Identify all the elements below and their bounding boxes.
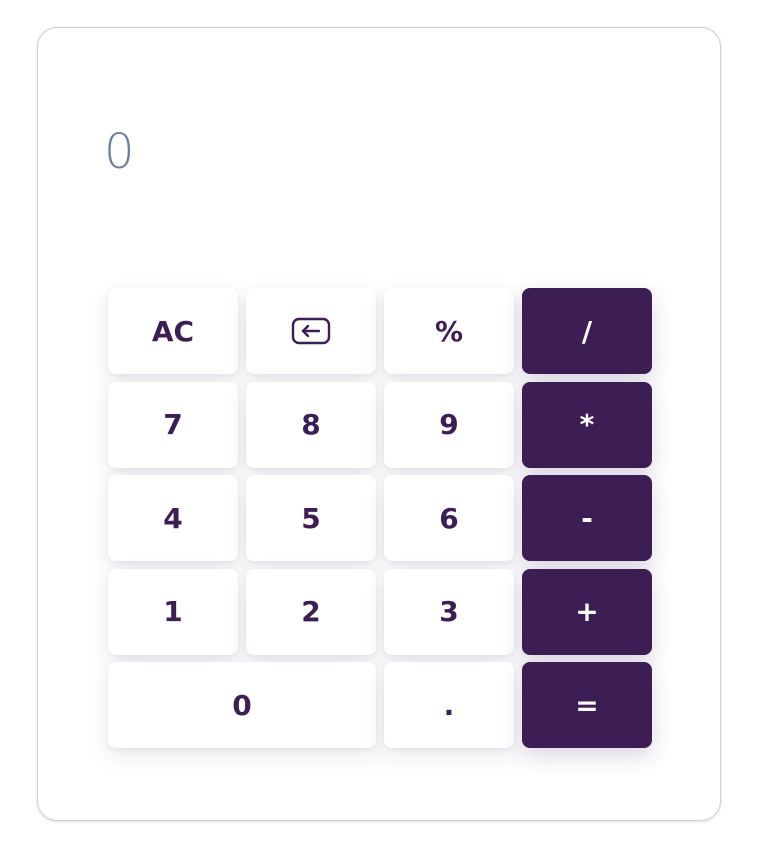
digit-5-button[interactable]: 5 (246, 475, 376, 561)
backspace-button[interactable] (246, 288, 376, 374)
multiply-button[interactable]: * (522, 381, 652, 468)
keypad: AC % / 7 8 9 * 4 5 6 - 1 2 3 + 0 . = (108, 288, 652, 748)
digit-9-button[interactable]: 9 (384, 381, 514, 468)
digit-0-button[interactable]: 0 (108, 662, 376, 748)
calculator-card: 0 AC % / 7 8 9 * 4 5 6 - 1 2 3 + 0 . = (37, 27, 721, 821)
clear-button[interactable]: AC (108, 288, 238, 374)
digit-4-button[interactable]: 4 (108, 475, 238, 561)
digit-7-button[interactable]: 7 (108, 381, 238, 468)
decimal-button[interactable]: . (384, 662, 514, 748)
subtract-button[interactable]: - (522, 475, 652, 561)
equals-button[interactable]: = (522, 662, 652, 748)
divide-button[interactable]: / (522, 288, 652, 374)
digit-2-button[interactable]: 2 (246, 568, 376, 655)
digit-8-button[interactable]: 8 (246, 381, 376, 468)
percent-button[interactable]: % (384, 288, 514, 374)
backspace-icon (291, 317, 331, 345)
digit-6-button[interactable]: 6 (384, 475, 514, 561)
calculator-display: 0 (104, 124, 135, 180)
digit-3-button[interactable]: 3 (384, 568, 514, 655)
add-button[interactable]: + (522, 568, 652, 655)
digit-1-button[interactable]: 1 (108, 568, 238, 655)
